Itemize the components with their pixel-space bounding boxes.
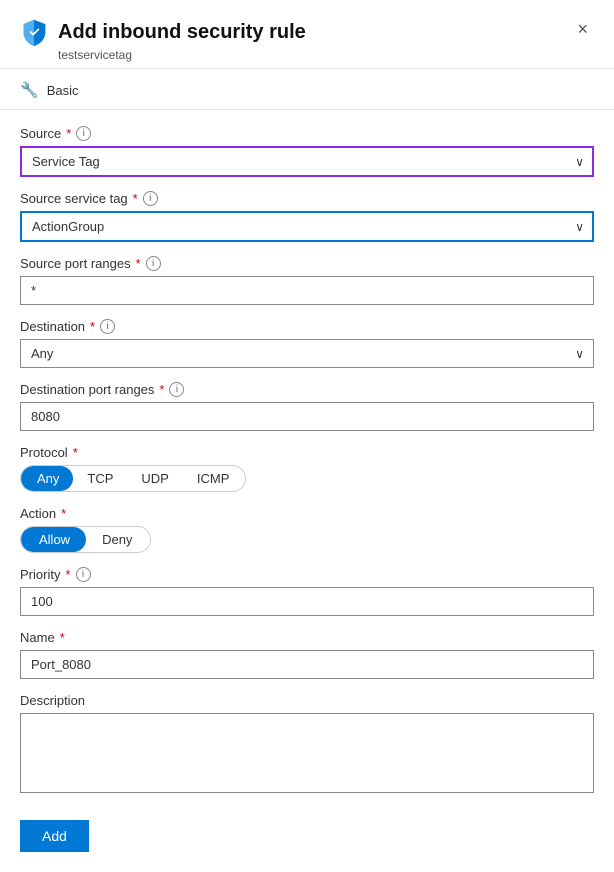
name-group: Name * — [20, 630, 594, 679]
destination-port-required: * — [159, 382, 164, 397]
source-service-tag-select-wrapper: ActionGroup ∨ — [20, 211, 594, 242]
source-select[interactable]: Service Tag — [20, 146, 594, 177]
form-body: Source * i Service Tag ∨ Source service … — [0, 110, 614, 872]
description-group: Description — [20, 693, 594, 796]
destination-port-info-icon[interactable]: i — [169, 382, 184, 397]
description-label: Description — [20, 693, 594, 708]
source-service-tag-group: Source service tag * i ActionGroup ∨ — [20, 191, 594, 242]
destination-select-wrapper: Any ∨ — [20, 339, 594, 368]
source-service-tag-select[interactable]: ActionGroup — [20, 211, 594, 242]
destination-required: * — [90, 319, 95, 334]
wrench-icon: 🔧 — [20, 81, 39, 99]
description-textarea[interactable] — [20, 713, 594, 793]
priority-input[interactable] — [20, 587, 594, 616]
destination-label: Destination * i — [20, 319, 594, 334]
destination-port-ranges-label: Destination port ranges * i — [20, 382, 594, 397]
destination-info-icon[interactable]: i — [100, 319, 115, 334]
source-port-ranges-input[interactable] — [20, 276, 594, 305]
dialog-subtitle: testservicetag — [58, 48, 306, 62]
priority-group: Priority * i — [20, 567, 594, 616]
destination-port-ranges-input[interactable] — [20, 402, 594, 431]
protocol-any-button[interactable]: Any — [21, 466, 73, 491]
priority-info-icon[interactable]: i — [76, 567, 91, 582]
protocol-required: * — [73, 445, 78, 460]
source-label: Source * i — [20, 126, 594, 141]
source-service-tag-label: Source service tag * i — [20, 191, 594, 206]
source-info-icon[interactable]: i — [76, 126, 91, 141]
priority-label: Priority * i — [20, 567, 594, 582]
source-port-required: * — [136, 256, 141, 271]
dialog-title: Add inbound security rule — [20, 18, 306, 46]
destination-port-ranges-group: Destination port ranges * i — [20, 382, 594, 431]
source-port-ranges-group: Source port ranges * i — [20, 256, 594, 305]
source-service-tag-info-icon[interactable]: i — [143, 191, 158, 206]
action-required: * — [61, 506, 66, 521]
action-allow-button[interactable]: Allow — [21, 527, 86, 552]
action-label: Action * — [20, 506, 594, 521]
protocol-udp-button[interactable]: UDP — [127, 466, 182, 491]
name-label: Name * — [20, 630, 594, 645]
source-port-info-icon[interactable]: i — [146, 256, 161, 271]
shield-icon — [20, 18, 48, 46]
source-required: * — [66, 126, 71, 141]
add-inbound-security-rule-dialog: Add inbound security rule testservicetag… — [0, 0, 614, 872]
source-select-wrapper: Service Tag ∨ — [20, 146, 594, 177]
action-deny-button[interactable]: Deny — [86, 527, 150, 552]
action-toggle-group: Allow Deny — [20, 526, 151, 553]
add-button[interactable]: Add — [20, 820, 89, 852]
basic-label-text: Basic — [47, 83, 79, 98]
source-service-tag-required: * — [133, 191, 138, 206]
action-group: Action * Allow Deny — [20, 506, 594, 553]
source-group: Source * i Service Tag ∨ — [20, 126, 594, 177]
close-button[interactable]: × — [571, 18, 594, 40]
protocol-toggle-group: Any TCP UDP ICMP — [20, 465, 246, 492]
dialog-header: Add inbound security rule testservicetag… — [0, 0, 614, 69]
name-required: * — [60, 630, 65, 645]
protocol-icmp-button[interactable]: ICMP — [183, 466, 246, 491]
protocol-group: Protocol * Any TCP UDP ICMP — [20, 445, 594, 492]
dialog-title-text: Add inbound security rule — [58, 21, 306, 44]
source-port-ranges-label: Source port ranges * i — [20, 256, 594, 271]
title-group: Add inbound security rule testservicetag — [20, 18, 306, 62]
destination-select[interactable]: Any — [20, 339, 594, 368]
protocol-tcp-button[interactable]: TCP — [73, 466, 127, 491]
destination-group: Destination * i Any ∨ — [20, 319, 594, 368]
basic-section-label: 🔧 Basic — [0, 69, 614, 110]
priority-required: * — [65, 567, 70, 582]
name-input[interactable] — [20, 650, 594, 679]
protocol-label: Protocol * — [20, 445, 594, 460]
